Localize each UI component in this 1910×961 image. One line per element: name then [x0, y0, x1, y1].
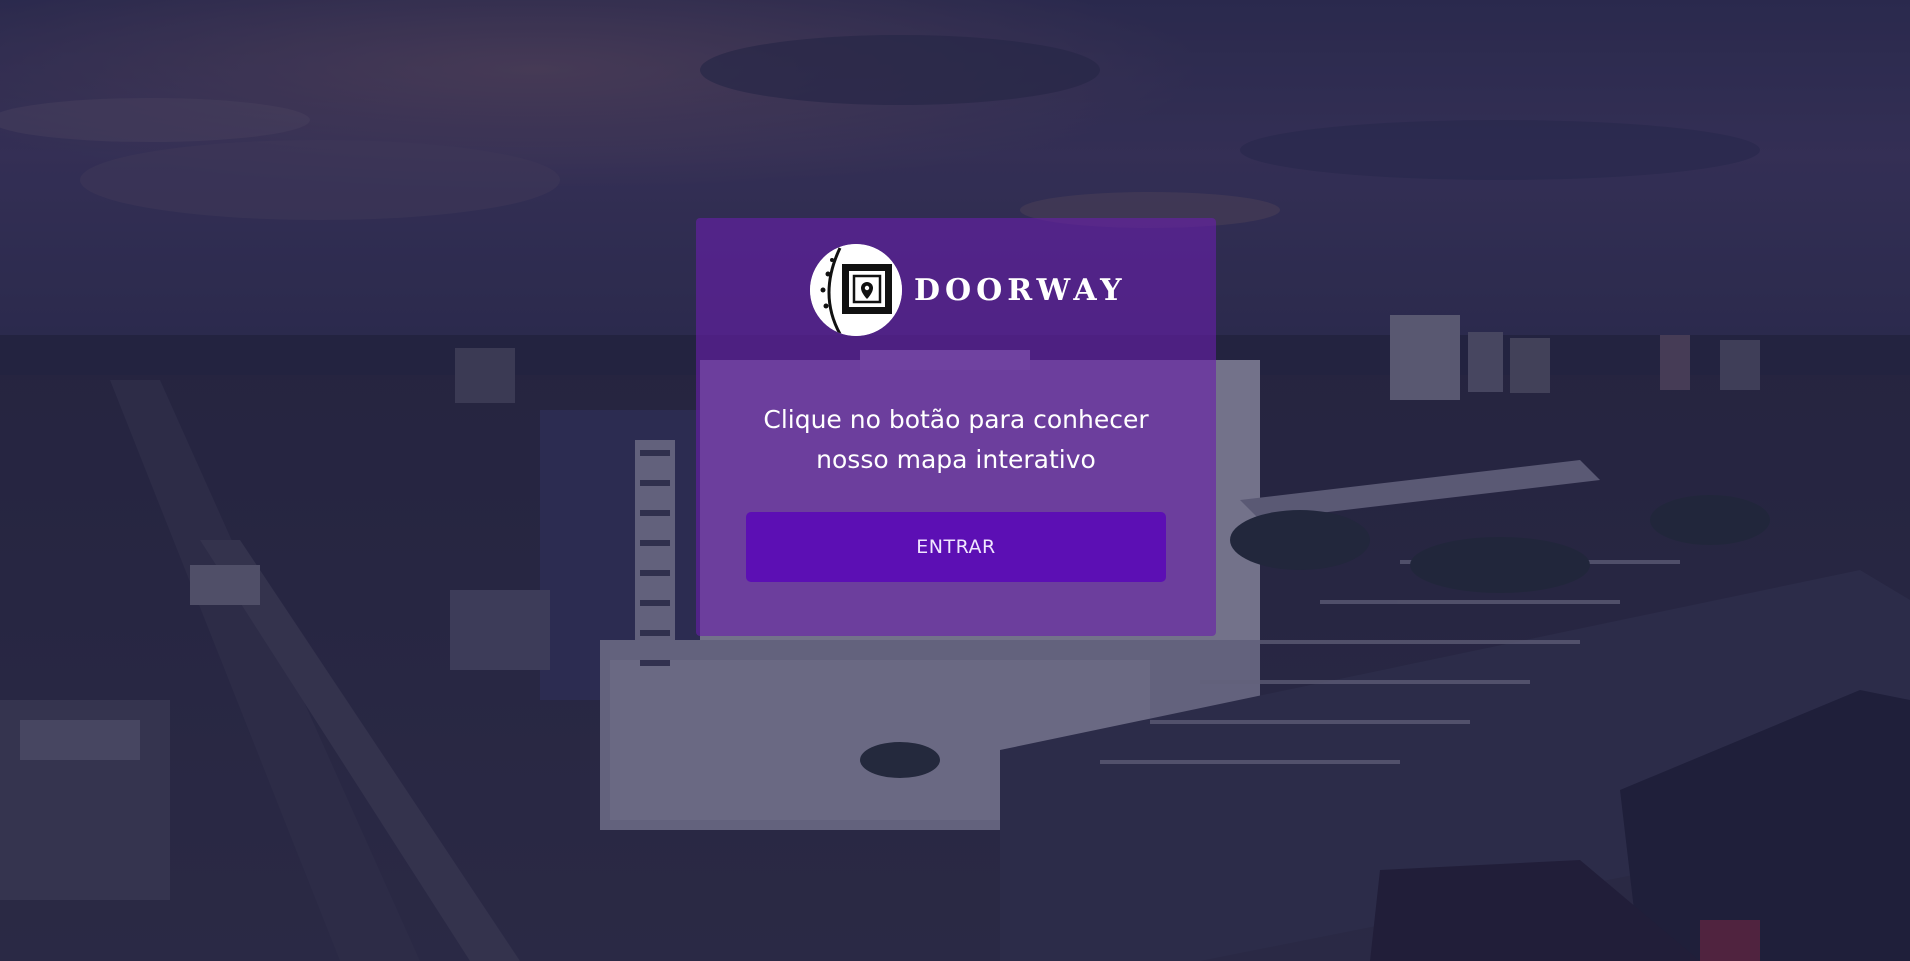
landing-page: DOORWAY Clique no botão para conhecer no…: [0, 0, 1910, 961]
intro-message-line-1: Clique no botão para conhecer: [763, 405, 1149, 434]
brand-name: DOORWAY: [914, 272, 1127, 308]
enter-button[interactable]: ENTRAR: [746, 512, 1166, 582]
intro-message: Clique no botão para conhecer nosso mapa…: [716, 400, 1196, 480]
intro-message-line-2: nosso mapa interativo: [816, 445, 1096, 474]
welcome-card: DOORWAY Clique no botão para conhecer no…: [696, 218, 1216, 636]
doorway-logo: DOORWAY: [810, 244, 1127, 336]
doorway-logo-icon: [810, 244, 902, 336]
